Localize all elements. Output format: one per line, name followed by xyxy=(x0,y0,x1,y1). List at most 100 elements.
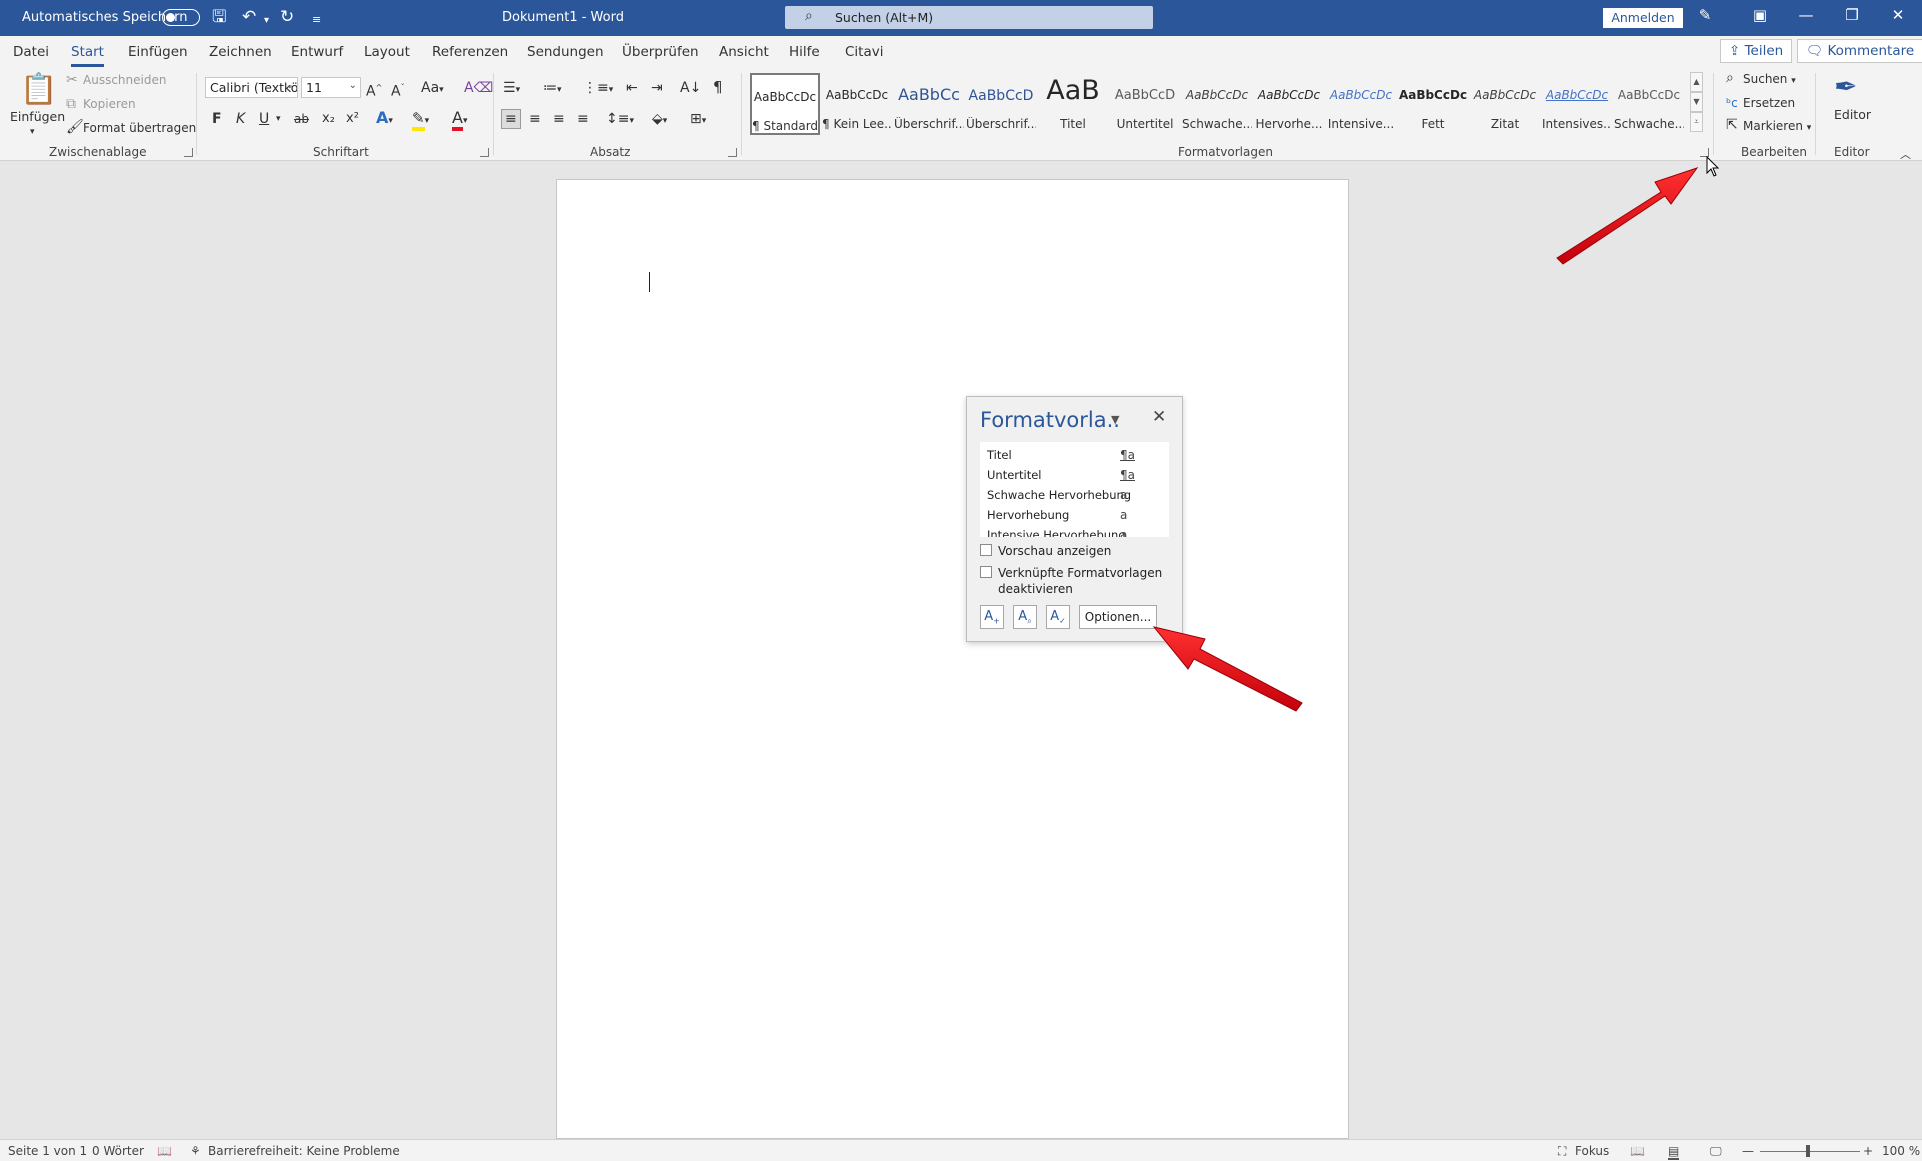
search-box[interactable]: ⌕ Suchen (Alt+M) xyxy=(785,6,1153,29)
restore-icon[interactable]: ❐ xyxy=(1832,6,1872,24)
zoom-in-icon[interactable]: + xyxy=(1863,1144,1873,1158)
manage-styles-button[interactable]: A✓ xyxy=(1046,605,1070,629)
underline-dropdown-icon[interactable]: ▾ xyxy=(276,111,281,127)
pen-icon[interactable]: ✎ xyxy=(1685,6,1725,24)
pane-options-dropdown-icon[interactable]: ▼ xyxy=(1111,413,1119,426)
read-mode-icon[interactable]: 📖 xyxy=(1630,1144,1645,1158)
font-launcher-icon[interactable] xyxy=(480,148,489,157)
strikethrough-button[interactable]: ab xyxy=(294,111,309,127)
align-center-icon[interactable]: ≡ xyxy=(529,111,541,127)
close-icon[interactable]: ✕ xyxy=(1152,407,1166,427)
list-item[interactable]: Hervorhebung a xyxy=(987,508,1127,522)
style-ueberschrift-2[interactable]: AaBbCcD Überschrif... xyxy=(966,73,1036,135)
find-button[interactable]: Suchen ▾ xyxy=(1743,72,1796,86)
font-color-icon[interactable]: A▾ xyxy=(452,108,467,131)
justify-icon[interactable]: ≡ xyxy=(577,111,589,127)
cut-button[interactable]: Ausschneiden xyxy=(83,73,166,87)
grow-font-icon[interactable]: A^ xyxy=(366,80,382,100)
tab-einfuegen[interactable]: Einfügen xyxy=(128,44,188,60)
tab-entwurf[interactable]: Entwurf xyxy=(291,44,343,60)
tab-datei[interactable]: Datei xyxy=(13,44,49,60)
paste-dropdown-icon[interactable]: ▾ xyxy=(30,124,35,140)
autosave-toggle[interactable] xyxy=(162,9,200,26)
zoom-slider[interactable] xyxy=(1760,1151,1860,1152)
copy-button[interactable]: Kopieren xyxy=(83,97,136,111)
list-item[interactable]: Titel ¶a xyxy=(987,448,1135,462)
style-standard[interactable]: AaBbCcDc ¶ Standard xyxy=(750,73,820,135)
align-right-icon[interactable]: ≡ xyxy=(553,111,565,127)
editor-button[interactable]: Editor xyxy=(1834,107,1871,122)
undo-icon[interactable]: ↶ xyxy=(242,7,256,27)
clear-formatting-icon[interactable]: A⌫ xyxy=(464,80,493,96)
gallery-scroll-down-icon[interactable]: ▼ xyxy=(1690,92,1703,112)
tab-start[interactable]: Start xyxy=(71,44,104,67)
paragraph-launcher-icon[interactable] xyxy=(728,148,737,157)
customize-quick-access-icon[interactable]: ≡ xyxy=(312,10,321,30)
bullets-icon[interactable]: ☰▾ xyxy=(503,80,520,98)
multilevel-list-icon[interactable]: ⋮≡▾ xyxy=(583,80,613,98)
print-layout-icon[interactable]: ▤ xyxy=(1668,1144,1680,1160)
comments-button[interactable]: 🗨 Kommentare xyxy=(1797,39,1922,63)
save-icon[interactable]: 🖫 xyxy=(212,7,226,27)
signin-button[interactable]: Anmelden xyxy=(1603,8,1683,28)
ribbon-display-options-icon[interactable]: ▣ xyxy=(1740,6,1780,24)
style-fett[interactable]: AaBbCcDc Fett xyxy=(1398,73,1468,135)
close-window-icon[interactable]: ✕ xyxy=(1878,6,1918,24)
shrink-font-icon[interactable]: Aˇ xyxy=(391,80,405,100)
style-hervorhebung[interactable]: AaBbCcDc Hervorhe... xyxy=(1254,73,1324,135)
numbering-icon[interactable]: ≔▾ xyxy=(543,80,562,98)
select-button[interactable]: Markieren ▾ xyxy=(1743,119,1811,133)
borders-icon[interactable]: ⊞▾ xyxy=(690,111,706,129)
share-button[interactable]: ⇪ Teilen xyxy=(1720,39,1793,63)
text-effects-icon[interactable]: A▾ xyxy=(376,110,393,129)
zoom-out-icon[interactable]: — xyxy=(1742,1144,1754,1158)
style-untertitel[interactable]: AaBbCcD Untertitel xyxy=(1110,73,1180,135)
highlight-icon[interactable]: ✎▾ xyxy=(412,109,429,131)
font-name-combo[interactable]: Calibri (Textkö ⌄ xyxy=(205,77,298,98)
style-schwacher-verweis[interactable]: AaBbCcDc Schwache... xyxy=(1614,73,1684,135)
line-spacing-icon[interactable]: ↕≡▾ xyxy=(606,111,634,129)
collapse-ribbon-icon[interactable]: ︿ xyxy=(1900,147,1911,163)
style-zitat[interactable]: AaBbCcDc Zitat xyxy=(1470,73,1540,135)
change-case-button[interactable]: Aa▾ xyxy=(421,80,444,98)
gallery-more-icon[interactable]: ⩡ xyxy=(1690,112,1703,132)
undo-dropdown-icon[interactable]: ▾ xyxy=(264,11,269,31)
tab-ansicht[interactable]: Ansicht xyxy=(719,44,769,60)
list-item[interactable]: Untertitel ¶a xyxy=(987,468,1135,482)
italic-button[interactable]: K xyxy=(236,111,245,127)
document-page[interactable] xyxy=(556,179,1349,1139)
decrease-indent-icon[interactable]: ⇤ xyxy=(626,80,638,96)
style-ueberschrift-1[interactable]: AaBbCc Überschrif... xyxy=(894,73,964,135)
tab-ueberpruefen[interactable]: Überprüfen xyxy=(622,44,699,60)
increase-indent-icon[interactable]: ⇥ xyxy=(651,80,663,96)
list-item[interactable]: Schwache Hervorhebung a xyxy=(987,488,1131,502)
focus-button[interactable]: Fokus xyxy=(1575,1144,1609,1158)
new-style-button[interactable]: A+ xyxy=(980,605,1004,629)
tab-sendungen[interactable]: Sendungen xyxy=(527,44,604,60)
tab-hilfe[interactable]: Hilfe xyxy=(789,44,820,60)
style-intensives-zitat[interactable]: AaBbCcDc Intensives... xyxy=(1542,73,1612,135)
shading-icon[interactable]: ⬙▾ xyxy=(652,111,667,129)
underline-button[interactable]: U xyxy=(259,111,269,127)
accessibility-status[interactable]: Barrierefreiheit: Keine Probleme xyxy=(208,1144,400,1158)
clipboard-icon[interactable]: 📋 xyxy=(20,73,57,107)
tab-zeichnen[interactable]: Zeichnen xyxy=(209,44,272,60)
disable-linked-styles-checkbox[interactable] xyxy=(980,566,992,578)
format-painter-button[interactable]: Format übertragen xyxy=(83,121,196,135)
editor-pen-icon[interactable]: ✒ xyxy=(1834,71,1857,103)
word-count[interactable]: 0 Wörter xyxy=(92,1144,144,1158)
style-titel[interactable]: AaB Titel xyxy=(1038,73,1108,135)
style-kein-leerraum[interactable]: AaBbCcDc ¶ Kein Lee... xyxy=(822,73,892,135)
options-button[interactable]: Optionen... xyxy=(1079,605,1157,629)
tab-referenzen[interactable]: Referenzen xyxy=(432,44,508,60)
list-item[interactable]: Intensive Hervorhebung a xyxy=(987,528,1127,537)
font-size-combo[interactable]: 11 ⌄ xyxy=(301,77,361,98)
tab-layout[interactable]: Layout xyxy=(364,44,410,60)
gallery-scroll-up-icon[interactable]: ▲ xyxy=(1690,72,1703,92)
proofing-icon[interactable]: 📖 xyxy=(157,1144,172,1158)
replace-button[interactable]: Ersetzen xyxy=(1743,96,1795,110)
style-schwache-hervorhebung[interactable]: AaBbCcDc Schwache... xyxy=(1182,73,1252,135)
page-count[interactable]: Seite 1 von 1 xyxy=(8,1144,87,1158)
style-intensive-hervorhebung[interactable]: AaBbCcDc Intensive... xyxy=(1326,73,1396,135)
style-inspector-button[interactable]: A⌕ xyxy=(1013,605,1037,629)
